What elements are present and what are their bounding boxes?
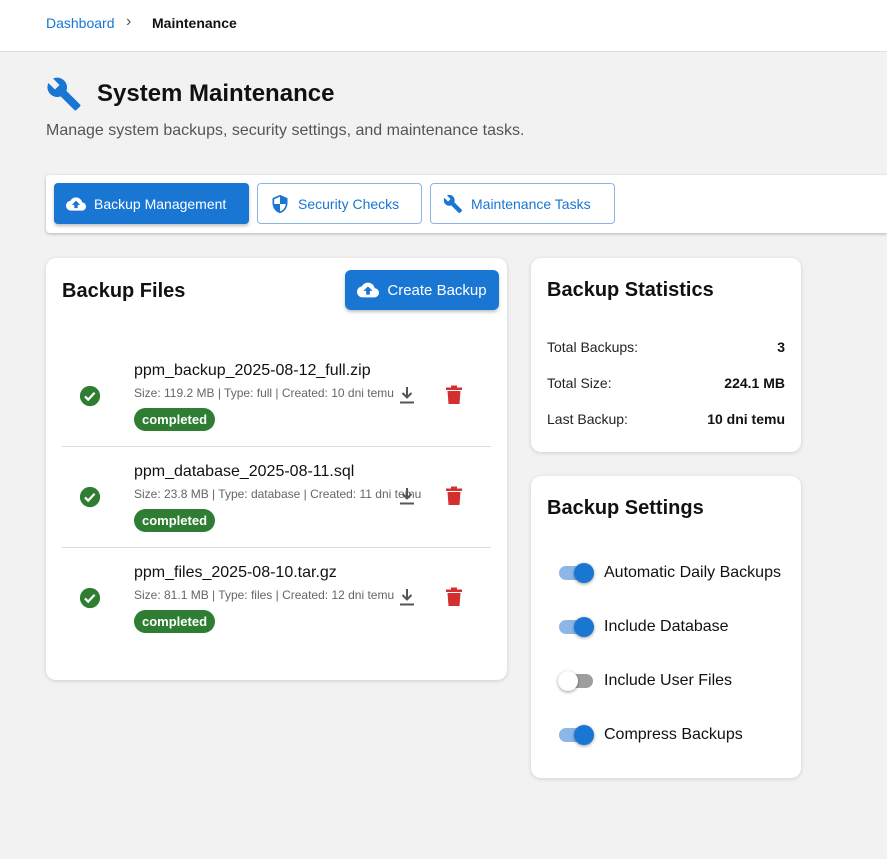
check-circle-icon	[79, 486, 101, 508]
tab-bar: Backup Management Security Checks Mainte…	[46, 175, 887, 233]
button-label: Create Backup	[387, 281, 487, 299]
toggle-label: Include Database	[604, 618, 729, 635]
backup-settings-card: Backup Settings Automatic Daily Backups …	[531, 476, 801, 778]
backup-meta: Size: 23.8 MB | Type: database | Created…	[134, 487, 422, 501]
stat-label: Last Backup:	[547, 411, 628, 427]
toggle-thumb	[558, 671, 578, 691]
download-icon[interactable]	[399, 588, 415, 606]
backup-row: ppm_database_2025-08-11.sql Size: 23.8 M…	[62, 446, 491, 548]
toggle-label: Include User Files	[604, 672, 733, 689]
stat-value: 10 dni temu	[707, 411, 785, 427]
shield-icon	[272, 194, 288, 213]
tab-security-checks[interactable]: Security Checks	[257, 183, 422, 224]
delete-icon[interactable]	[445, 486, 463, 506]
backup-filename: ppm_backup_2025-08-12_full.zip	[134, 362, 371, 379]
breadcrumb-dashboard-link[interactable]: Dashboard	[46, 15, 115, 31]
tab-label: Maintenance Tasks	[471, 195, 591, 212]
include-database-toggle[interactable]	[558, 615, 594, 639]
download-icon[interactable]	[399, 487, 415, 505]
backup-filename: ppm_files_2025-08-10.tar.gz	[134, 564, 337, 581]
automatic-daily-backups-toggle[interactable]	[558, 561, 594, 585]
include-user-files-toggle[interactable]	[558, 669, 594, 693]
toggle-thumb	[574, 563, 594, 583]
wrench-icon	[443, 194, 463, 213]
create-backup-button[interactable]: Create Backup	[345, 270, 499, 310]
toggle-thumb	[574, 725, 594, 745]
status-badge: completed	[134, 408, 216, 431]
chevron-right-icon: ›	[126, 13, 132, 30]
tab-maintenance-tasks[interactable]: Maintenance Tasks	[430, 183, 615, 224]
check-circle-icon	[79, 385, 101, 407]
cloud-upload-icon	[357, 282, 380, 298]
toggle-label: Automatic Daily Backups	[604, 564, 781, 581]
page-subtitle: Manage system backups, security settings…	[46, 122, 525, 139]
breadcrumb: Dashboard › Maintenance	[0, 0, 887, 52]
wrench-icon	[47, 77, 81, 111]
breadcrumb-current: Maintenance	[152, 15, 237, 31]
stat-value: 224.1 MB	[724, 375, 785, 391]
status-badge: completed	[134, 610, 216, 633]
tab-label: Security Checks	[298, 195, 400, 212]
toggle-thumb	[574, 617, 594, 637]
backup-meta: Size: 81.1 MB | Type: files | Created: 1…	[134, 588, 395, 602]
cloud-upload-icon	[66, 196, 86, 211]
backup-filename: ppm_database_2025-08-11.sql	[134, 463, 355, 480]
card-title: Backup Statistics	[547, 279, 714, 301]
check-circle-icon	[79, 587, 101, 609]
backup-row: ppm_backup_2025-08-12_full.zip Size: 119…	[62, 345, 491, 447]
compress-backups-toggle[interactable]	[558, 723, 594, 747]
backup-meta: Size: 119.2 MB | Type: full | Created: 1…	[134, 386, 394, 400]
backup-files-card: Backup Files Create Backup ppm_backup_20…	[46, 258, 507, 680]
delete-icon[interactable]	[445, 385, 463, 405]
stat-label: Total Backups:	[547, 339, 639, 355]
tab-label: Backup Management	[94, 195, 227, 212]
card-title: Backup Settings	[547, 497, 704, 519]
download-icon[interactable]	[399, 386, 415, 404]
page-title: System Maintenance	[97, 80, 335, 107]
toggle-label: Compress Backups	[604, 726, 743, 743]
tab-backup-management[interactable]: Backup Management	[54, 183, 249, 224]
delete-icon[interactable]	[445, 587, 463, 607]
backup-row: ppm_files_2025-08-10.tar.gz Size: 81.1 M…	[62, 547, 491, 648]
stat-value: 3	[777, 339, 785, 355]
backup-statistics-card: Backup Statistics Total Backups: 3 Total…	[531, 258, 801, 452]
stat-label: Total Size:	[547, 375, 612, 391]
status-badge: completed	[134, 509, 216, 532]
card-title: Backup Files	[62, 280, 186, 302]
